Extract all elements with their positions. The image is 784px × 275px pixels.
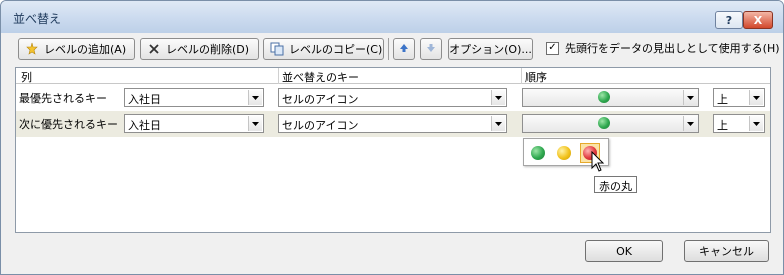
sort-on-combo[interactable]: セルのアイコン [278,88,507,107]
position-value: 上 [717,93,728,106]
row-label: 最優先されるキー [19,92,107,105]
icon-order-combo[interactable] [522,88,699,107]
close-button[interactable]: X [743,11,773,29]
order-header: 順序 [525,71,547,84]
copy-level-button[interactable]: レベルのコピー(C) [263,38,384,60]
sort-on-value: セルのアイコン [282,93,359,106]
dropdown-arrow-icon[interactable] [491,90,505,105]
green-circle-icon [598,117,610,129]
dropdown-arrow-icon[interactable] [683,90,697,105]
header-divider [521,68,522,84]
header-divider [278,68,279,84]
sort-levels-grid: 列 並べ替えのキー 順序 最優先されるキー 入社日 セルのアイコン 上 次に優先… [15,67,771,233]
options-label: オプション(O)... [449,43,532,56]
dialog-title: 並べ替え [13,12,62,26]
sort-on-value: セルのアイコン [282,119,359,132]
mouse-cursor-icon [591,151,605,172]
dropdown-arrow-icon[interactable] [683,116,697,131]
header-checkbox[interactable]: ✓ [546,41,559,55]
dropdown-arrow-icon[interactable] [248,90,262,105]
column-value: 入社日 [128,119,161,132]
dropdown-arrow-icon[interactable] [491,116,505,131]
help-button[interactable]: ? [715,11,743,29]
arrow-up-icon [399,43,409,56]
sort-on-header: 並べ替えのキー [282,71,359,84]
green-circle-icon [531,146,545,160]
popup-item-green[interactable] [528,143,548,163]
sort-level-row[interactable]: 最優先されるキー 入社日 セルのアイコン 上 [16,85,770,111]
sort-dialog: 並べ替え ? X レベルの追加(A) レベルの削除(D) レベルのコピー(C) … [0,0,784,275]
row-label: 次に優先されるキー [19,118,118,131]
dropdown-arrow-icon[interactable] [248,116,262,131]
move-down-button[interactable] [420,38,442,60]
add-level-icon [25,42,39,56]
cancel-button[interactable]: キャンセル [684,240,769,262]
column-value: 入社日 [128,93,161,106]
options-button[interactable]: オプション(O)... [448,38,533,60]
sort-level-row-selected[interactable]: 次に優先されるキー 入社日 セルのアイコン 上 [16,111,770,137]
column-header: 列 [21,71,32,84]
icon-tooltip: 赤の丸 [594,176,637,193]
dropdown-arrow-icon[interactable] [749,116,763,131]
yellow-circle-icon [557,146,571,160]
green-circle-icon [598,91,610,103]
header-checkbox-row[interactable]: ✓ 先頭行をデータの見出しとして使用する(H) [546,40,780,56]
grid-header: 列 並べ替えのキー 順序 [16,68,770,84]
move-up-button[interactable] [393,38,415,60]
position-combo[interactable]: 上 [713,114,765,133]
ok-button[interactable]: OK [585,240,663,262]
column-combo[interactable]: 入社日 [124,88,264,107]
column-combo[interactable]: 入社日 [124,114,264,133]
header-checkbox-label: 先頭行をデータの見出しとして使用する(H) [565,42,780,55]
add-level-label: レベルの追加(A) [44,43,127,56]
sort-on-combo[interactable]: セルのアイコン [278,114,507,133]
delete-icon [147,42,161,56]
copy-level-label: レベルのコピー(C) [289,43,383,56]
delete-level-label: レベルの削除(D) [166,43,250,56]
arrow-down-icon [426,43,436,56]
position-combo[interactable]: 上 [713,88,765,107]
toolbar-separator [388,38,389,60]
copy-icon [270,42,284,56]
position-value: 上 [717,119,728,132]
icon-order-combo[interactable] [522,114,699,133]
dropdown-arrow-icon[interactable] [749,90,763,105]
delete-level-button[interactable]: レベルの削除(D) [140,38,259,60]
popup-item-yellow[interactable] [554,143,574,163]
add-level-button[interactable]: レベルの追加(A) [18,38,135,60]
title-bar: 並べ替え ? X [1,1,783,33]
